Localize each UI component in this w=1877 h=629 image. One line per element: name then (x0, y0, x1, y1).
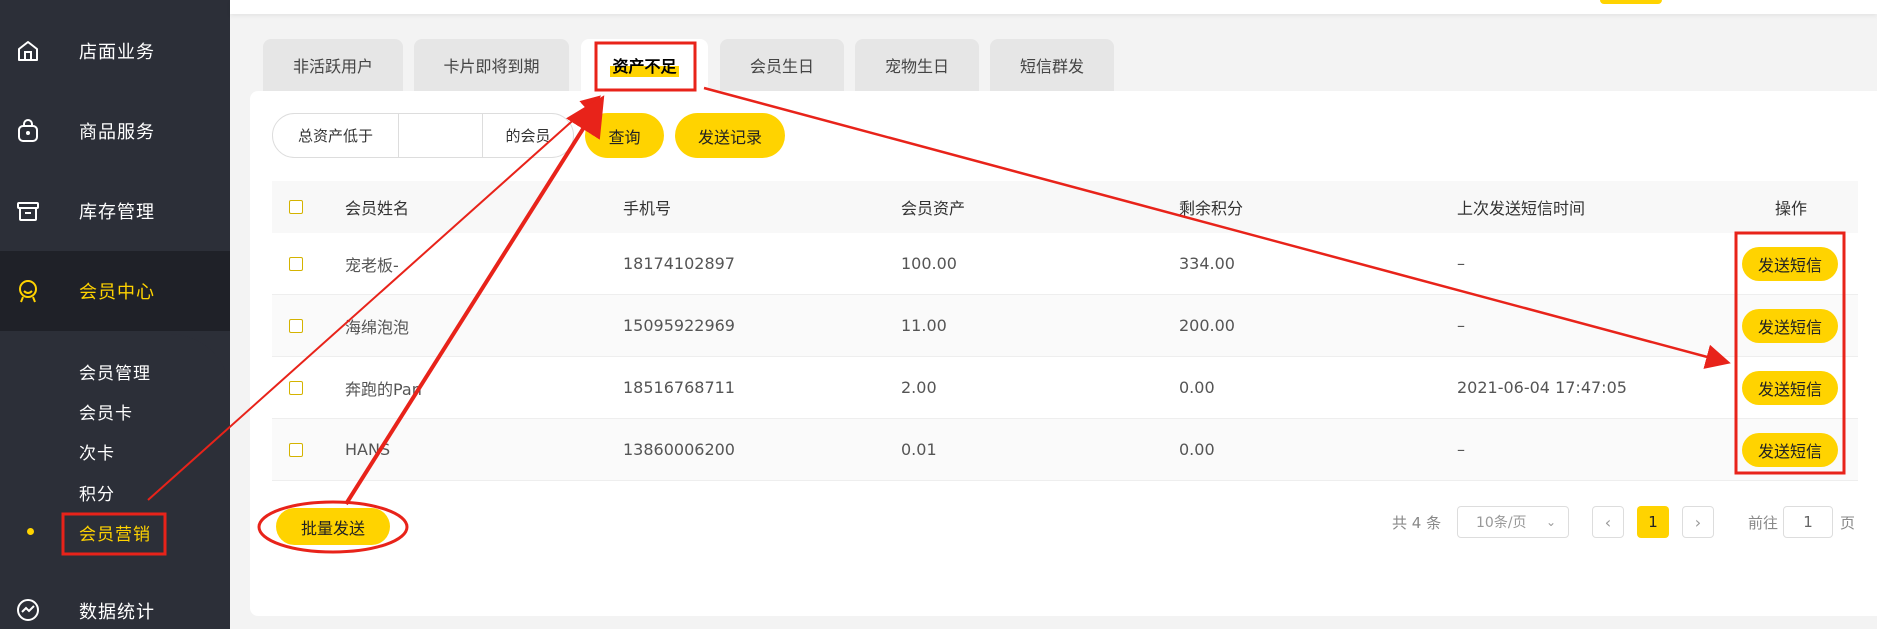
goto-page-input[interactable] (1783, 506, 1833, 538)
row-checkbox[interactable] (289, 256, 303, 271)
header-assets: 会员资产 (901, 199, 966, 218)
header-phone: 手机号 (623, 199, 672, 218)
chevron-right-icon: › (1694, 512, 1702, 532)
cell-name: 海绵泡泡 (345, 317, 410, 337)
filter-suffix-label: 的会员 (505, 127, 551, 145)
sub-item-count-card[interactable]: 次卡 (79, 439, 115, 464)
cell-name: HANS (345, 440, 391, 459)
select-all-checkbox[interactable] (289, 200, 303, 214)
asset-filter: 总资产低于 的会员 (272, 113, 574, 158)
tab-card-expiring[interactable]: 卡片即将到期 (414, 39, 569, 91)
sub-item-points[interactable]: 积分 (79, 480, 115, 505)
sidebar-item-member-center[interactable]: 会员中心 (0, 251, 230, 331)
send-record-button[interactable]: 发送记录 (675, 113, 785, 158)
sub-item-member-card[interactable]: 会员卡 (79, 399, 133, 424)
batch-send-button[interactable]: 批量发送 (276, 508, 390, 545)
member-icon (14, 277, 42, 305)
cell-last-sms: 2021-06-04 17:47:05 (1457, 378, 1627, 397)
goto-label: 前往 (1748, 514, 1779, 532)
page-number-current[interactable]: 1 (1637, 506, 1669, 538)
box-icon (14, 197, 42, 225)
cell-phone: 13860006200 (623, 440, 735, 459)
cell-last-sms: – (1457, 440, 1465, 459)
member-table: 会员姓名 手机号 会员资产 剩余积分 上次发送短信时间 操作 宠老板- 1817… (272, 181, 1858, 481)
sidebar-item-label: 商品服务 (79, 122, 155, 143)
query-button[interactable]: 查询 (585, 113, 664, 158)
cell-points: 0.00 (1179, 378, 1215, 397)
send-sms-button[interactable]: 发送短信 (1742, 246, 1838, 281)
page-size-select[interactable]: 10条/页 ⌄ (1457, 506, 1569, 538)
next-page-button[interactable]: › (1682, 506, 1714, 538)
cell-points: 200.00 (1179, 316, 1235, 335)
chevron-down-icon: ⌄ (1545, 515, 1556, 529)
cell-last-sms: – (1457, 316, 1465, 335)
cell-phone: 15095922969 (623, 316, 735, 335)
table-header: 会员姓名 手机号 会员资产 剩余积分 上次发送短信时间 操作 (272, 181, 1858, 233)
send-sms-button[interactable]: 发送短信 (1742, 370, 1838, 405)
tab-insufficient-assets[interactable]: 资产不足 (581, 39, 708, 91)
cell-points: 334.00 (1179, 254, 1235, 273)
header-points: 剩余积分 (1179, 199, 1244, 218)
filter-prefix-label: 总资产低于 (297, 127, 373, 145)
sub-item-member-manage[interactable]: 会员管理 (79, 359, 151, 384)
send-sms-button[interactable]: 发送短信 (1742, 432, 1838, 467)
tab-pet-birthday[interactable]: 宠物生日 (855, 39, 979, 91)
page-suffix-label: 页 (1840, 514, 1856, 532)
cell-name: 奔跑的Pan (345, 379, 422, 399)
row-checkbox[interactable] (289, 318, 303, 333)
tab-inactive-users[interactable]: 非活跃用户 (263, 39, 403, 91)
cell-points: 0.00 (1179, 440, 1215, 459)
sidebar-item-label: 数据统计 (79, 602, 155, 623)
header-action: 操作 (1775, 199, 1808, 218)
header-last-sms: 上次发送短信时间 (1457, 199, 1586, 218)
table-row: 海绵泡泡 15095922969 11.00 200.00 – 发送短信 (272, 295, 1858, 357)
table-row: 宠老板- 18174102897 100.00 334.00 – 发送短信 (272, 233, 1858, 295)
top-bar (230, 0, 1877, 14)
cell-assets: 11.00 (901, 316, 947, 335)
chart-icon (14, 596, 42, 624)
top-accent-pill[interactable] (1600, 0, 1662, 4)
sidebar: 店面业务 商品服务 库存管理 会员中心 会员管理 会员卡 次卡 积分 会员营销 … (0, 0, 230, 629)
cell-phone: 18516768711 (623, 378, 735, 397)
sub-item-member-marketing[interactable]: 会员营销 (79, 520, 151, 545)
row-checkbox[interactable] (289, 380, 303, 395)
bag-icon (14, 117, 42, 145)
tab-sms-broadcast[interactable]: 短信群发 (990, 39, 1114, 91)
pagination-total: 共 4 条 (1392, 514, 1442, 532)
asset-threshold-input[interactable] (398, 114, 483, 157)
cell-phone: 18174102897 (623, 254, 735, 273)
cell-assets: 0.01 (901, 440, 937, 459)
sidebar-item-label: 会员中心 (79, 282, 155, 303)
cell-name: 宠老板- (345, 255, 399, 275)
cell-assets: 100.00 (901, 254, 957, 273)
sidebar-item-label: 店面业务 (79, 42, 155, 63)
sidebar-item-statistics[interactable]: 数据统计 (0, 570, 230, 629)
tab-member-birthday[interactable]: 会员生日 (720, 39, 844, 91)
sidebar-item-goods[interactable]: 商品服务 (0, 91, 230, 171)
cell-assets: 2.00 (901, 378, 937, 397)
table-row: 奔跑的Pan 18516768711 2.00 0.00 2021-06-04 … (272, 357, 1858, 419)
home-icon (14, 37, 42, 65)
sidebar-item-inventory[interactable]: 库存管理 (0, 171, 230, 251)
header-name: 会员姓名 (345, 199, 410, 218)
sidebar-item-label: 库存管理 (79, 202, 155, 223)
sidebar-item-store[interactable]: 店面业务 (0, 11, 230, 91)
prev-page-button[interactable]: ‹ (1592, 506, 1624, 538)
cell-last-sms: – (1457, 254, 1465, 273)
chevron-left-icon: ‹ (1604, 512, 1612, 532)
page-size-value: 10条/页 (1476, 515, 1527, 531)
row-checkbox[interactable] (289, 442, 303, 457)
send-sms-button[interactable]: 发送短信 (1742, 308, 1838, 343)
active-dot-icon (27, 528, 34, 535)
table-row: HANS 13860006200 0.01 0.00 – 发送短信 (272, 419, 1858, 481)
